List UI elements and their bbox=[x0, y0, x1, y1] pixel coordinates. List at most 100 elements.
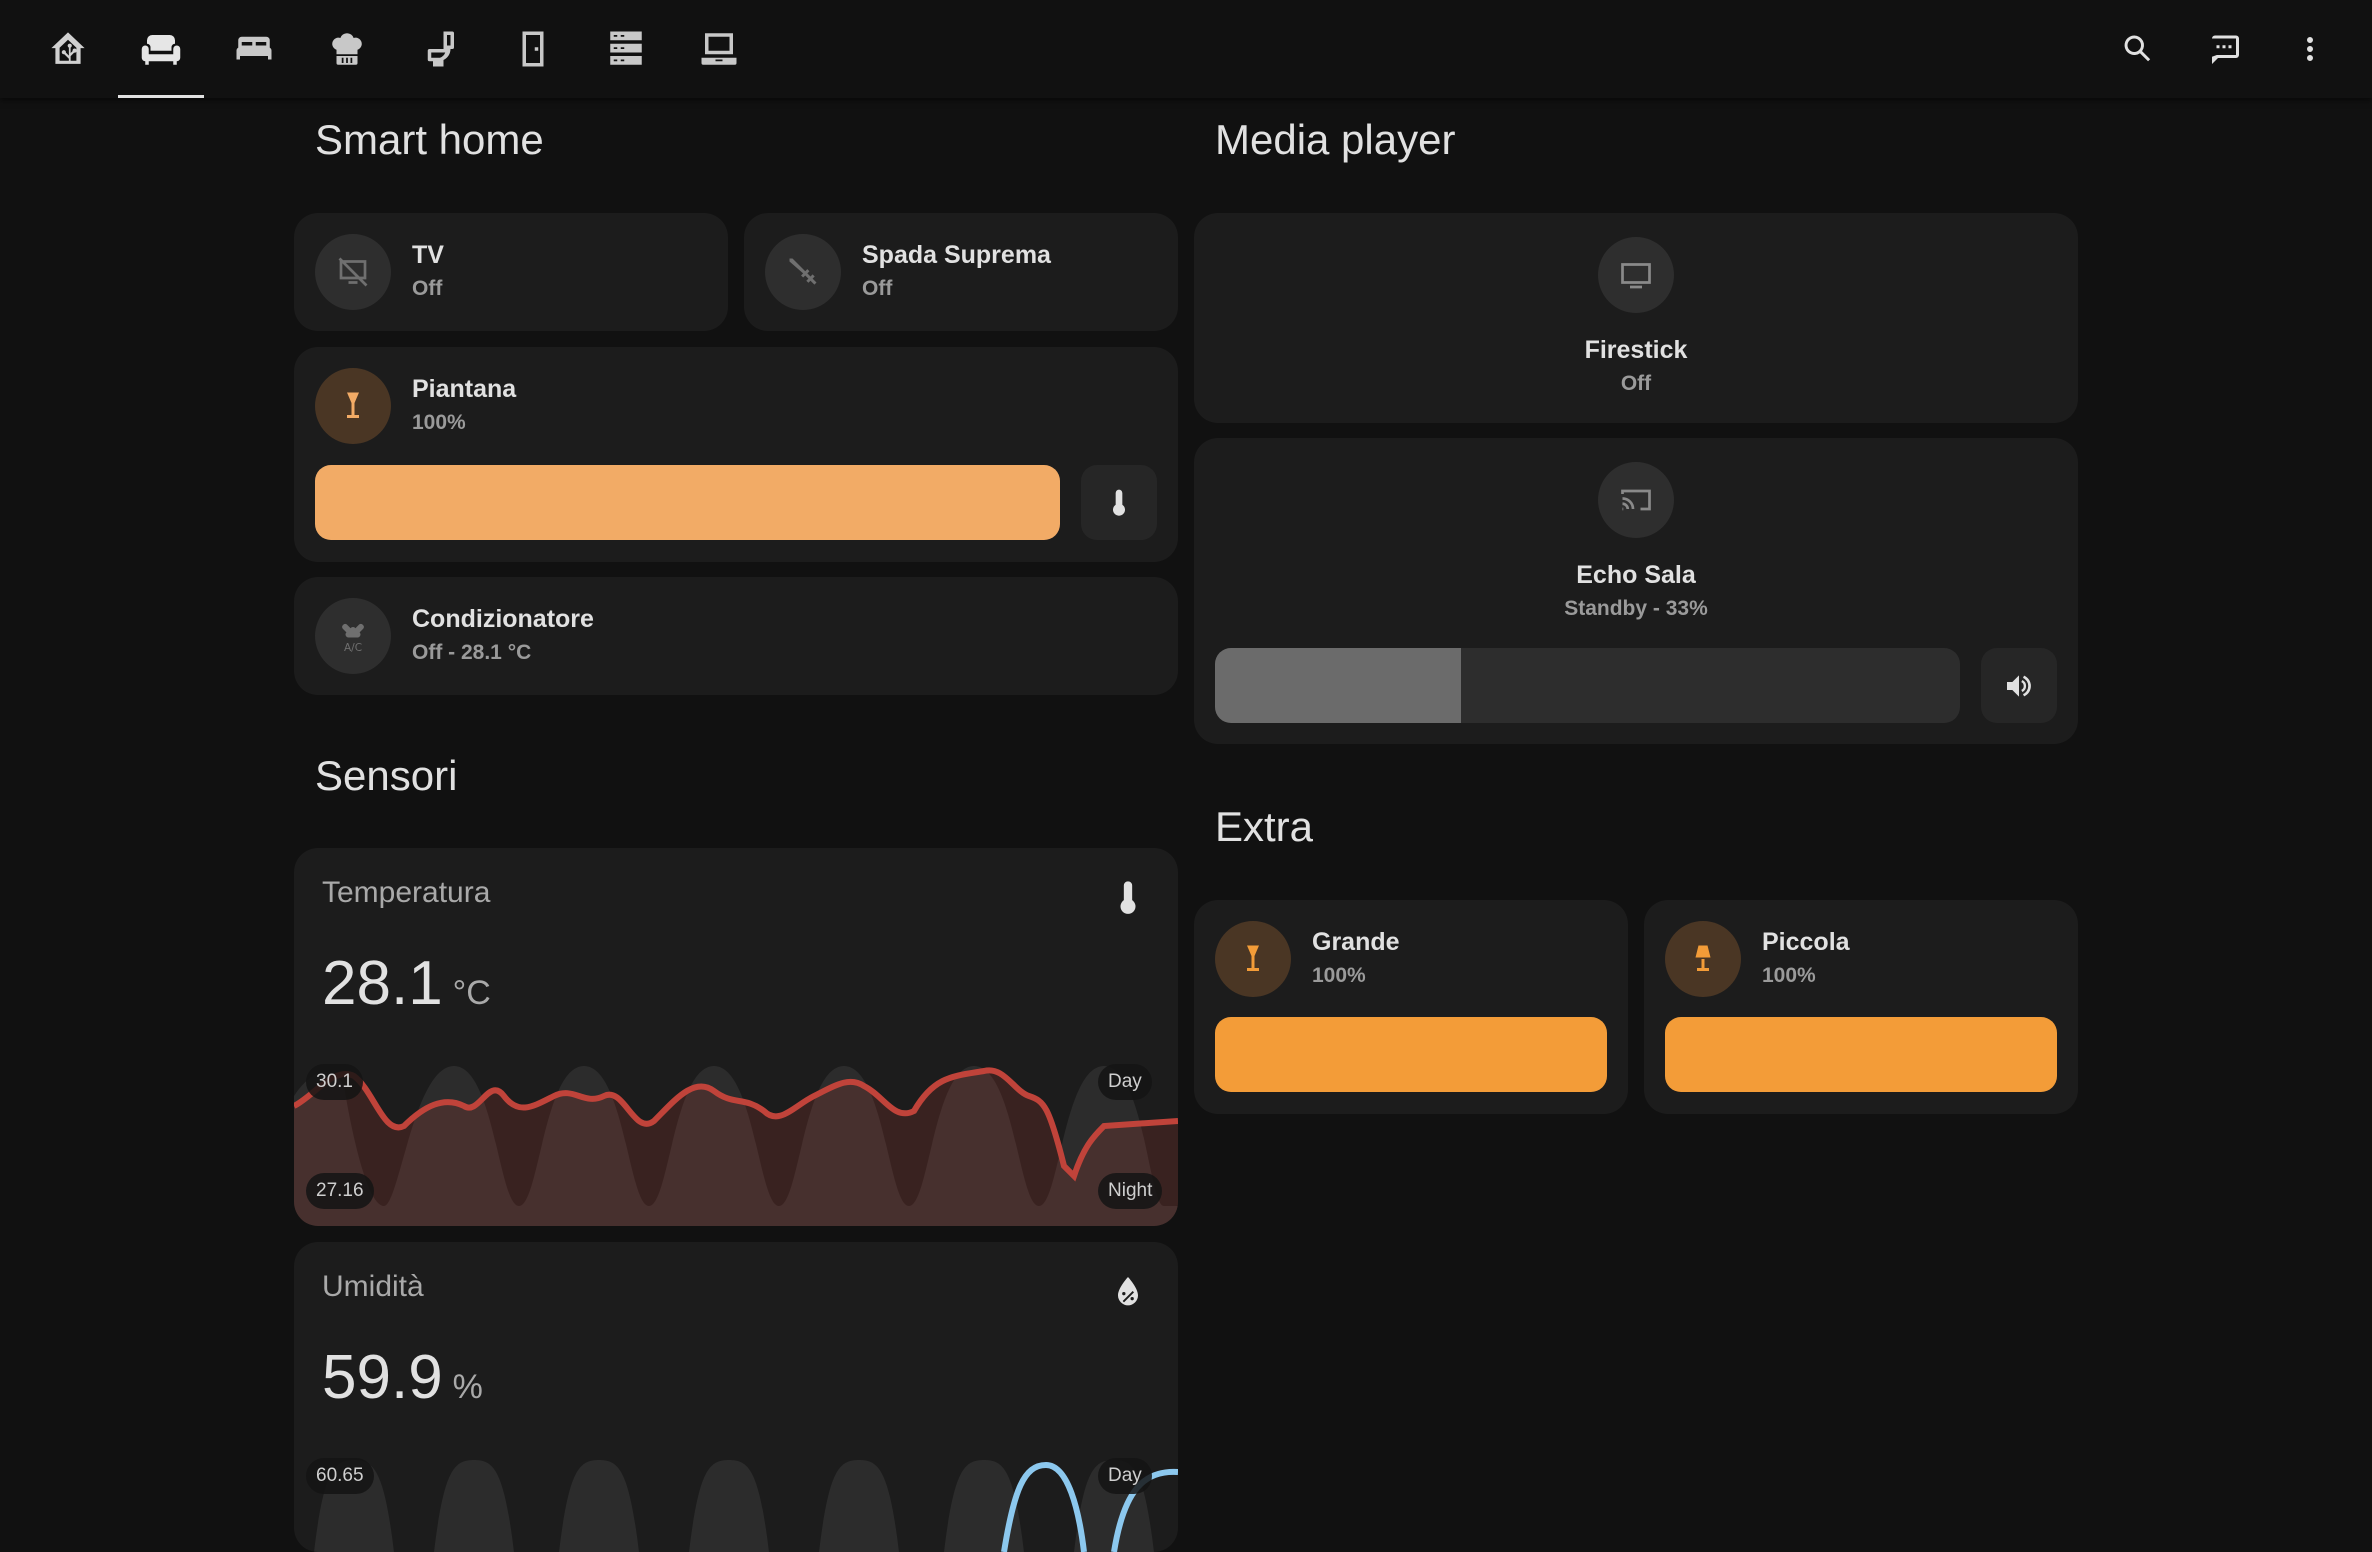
svg-text:A/C: A/C bbox=[344, 642, 362, 654]
firestick-icon-button[interactable] bbox=[1598, 237, 1674, 313]
television-icon bbox=[1621, 263, 1651, 289]
laptop-icon bbox=[701, 33, 737, 65]
bed-icon bbox=[236, 36, 272, 60]
echo-mute-button[interactable] bbox=[1981, 648, 2057, 723]
umidita-card[interactable]: Umidità 59.9% 60.65 Day bbox=[294, 1242, 1178, 1552]
piantana-icon-button[interactable] bbox=[315, 368, 391, 444]
piantana-brightness-slider[interactable] bbox=[315, 465, 1060, 540]
tv-name: TV bbox=[412, 241, 444, 269]
thermometer-icon bbox=[1113, 489, 1125, 516]
section-title-extra: Extra bbox=[1215, 803, 1314, 850]
tab-office[interactable] bbox=[676, 0, 762, 98]
umidita-value-row: 59.9% bbox=[322, 1342, 483, 1413]
grande-icon-button[interactable] bbox=[1215, 921, 1291, 997]
tab-bedroom[interactable] bbox=[211, 0, 297, 98]
volume-high-icon bbox=[2007, 674, 2031, 697]
tv-card[interactable]: TV Off bbox=[294, 213, 728, 331]
home-assistant-icon bbox=[51, 32, 85, 64]
sword-icon bbox=[789, 258, 817, 285]
door-icon bbox=[522, 31, 544, 67]
echo-volume-slider[interactable] bbox=[1215, 648, 1960, 723]
spada-state: Off bbox=[862, 277, 893, 300]
piccola-card: Piccola 100% bbox=[1644, 900, 2078, 1114]
toilet-icon bbox=[427, 31, 454, 67]
echo-sala-icon-button[interactable] bbox=[1598, 462, 1674, 538]
temperatura-graph bbox=[294, 1066, 1178, 1226]
umidita-title: Umidità bbox=[322, 1270, 424, 1303]
tv-icon-button[interactable] bbox=[315, 234, 391, 310]
piccola-brightness-fill bbox=[1665, 1017, 2057, 1092]
air-conditioner-icon: A/C bbox=[342, 624, 364, 654]
tv-off-icon bbox=[338, 257, 368, 287]
grande-brightness-fill bbox=[1215, 1017, 1607, 1092]
tab-living-room[interactable] bbox=[118, 0, 204, 98]
temperatura-night-label: Night bbox=[1098, 1173, 1163, 1209]
dots-vertical-icon bbox=[2307, 37, 2313, 61]
section-title-smart-home: Smart home bbox=[315, 116, 544, 163]
condizionatore-card[interactable]: A/C Condizionatore Off - 28.1 °C bbox=[294, 577, 1178, 695]
condizionatore-name: Condizionatore bbox=[412, 605, 594, 633]
grande-name: Grande bbox=[1312, 928, 1400, 956]
umidita-max-label: 60.65 bbox=[306, 1458, 374, 1494]
temperatura-title: Temperatura bbox=[322, 876, 491, 909]
tab-entrance[interactable] bbox=[490, 0, 576, 98]
assist-button[interactable] bbox=[2196, 21, 2252, 77]
echo-sala-name: Echo Sala bbox=[1576, 561, 1696, 589]
piccola-brightness-slider[interactable] bbox=[1665, 1017, 2057, 1092]
thermometer-icon bbox=[1120, 881, 1136, 914]
temperatura-unit: °C bbox=[452, 974, 491, 1012]
piantana-state: 100% bbox=[412, 411, 466, 434]
search-button[interactable] bbox=[2110, 21, 2166, 77]
piccola-state: 100% bbox=[1762, 964, 1816, 987]
grande-state: 100% bbox=[1312, 964, 1366, 987]
echo-volume-fill bbox=[1215, 648, 1461, 723]
temperatura-card[interactable]: Temperatura 28.1 °C 30.1 27.16 Day Night bbox=[294, 848, 1178, 1226]
server-icon bbox=[610, 31, 642, 65]
spada-suprema-card[interactable]: Spada Suprema Off bbox=[744, 213, 1178, 331]
temperatura-day-label: Day bbox=[1098, 1064, 1152, 1100]
condizionatore-icon-button[interactable]: A/C bbox=[315, 598, 391, 674]
tab-kitchen[interactable] bbox=[304, 0, 390, 98]
overflow-menu-button[interactable] bbox=[2282, 21, 2338, 77]
message-dots-icon bbox=[2212, 35, 2239, 64]
firestick-card[interactable]: Firestick Off bbox=[1194, 213, 2078, 423]
floor-lamp-icon bbox=[347, 392, 359, 418]
piccola-icon-button[interactable] bbox=[1665, 921, 1741, 997]
grande-brightness-slider[interactable] bbox=[1215, 1017, 1607, 1092]
echo-sala-card: Echo Sala Standby - 33% bbox=[1194, 438, 2078, 744]
tab-home[interactable] bbox=[25, 0, 111, 98]
firestick-state: Off bbox=[1620, 372, 1652, 395]
section-title-media-player: Media player bbox=[1215, 116, 1456, 163]
piantana-brightness-fill bbox=[315, 465, 1060, 540]
piccola-name: Piccola bbox=[1762, 928, 1850, 956]
top-bar bbox=[0, 0, 2372, 98]
condizionatore-state: Off - 28.1 °C bbox=[412, 641, 532, 664]
piantana-card: Piantana 100% bbox=[294, 347, 1178, 562]
piantana-name: Piantana bbox=[412, 375, 517, 403]
spada-name: Spada Suprema bbox=[862, 241, 1051, 269]
firestick-name: Firestick bbox=[1584, 336, 1688, 364]
umidita-unit: % bbox=[452, 1368, 483, 1406]
umidita-graph bbox=[314, 1460, 1178, 1552]
water-percent-icon bbox=[1118, 1277, 1138, 1306]
spada-icon-button[interactable] bbox=[765, 234, 841, 310]
tab-server[interactable] bbox=[583, 0, 669, 98]
temperatura-min-label: 27.16 bbox=[306, 1173, 374, 1209]
temperatura-value: 28.1 bbox=[322, 949, 443, 1018]
grande-card: Grande 100% bbox=[1194, 900, 1628, 1114]
cast-icon bbox=[1621, 489, 1651, 511]
search-icon bbox=[2124, 35, 2151, 62]
piantana-color-temp-button[interactable] bbox=[1081, 465, 1157, 540]
table-lamp-icon bbox=[1695, 945, 1711, 971]
sofa-icon bbox=[141, 35, 181, 65]
umidita-value: 59.9 bbox=[322, 1343, 443, 1412]
echo-sala-state: Standby - 33% bbox=[1564, 597, 1708, 620]
temperatura-max-label: 30.1 bbox=[306, 1064, 363, 1100]
tv-state: Off bbox=[412, 277, 443, 300]
chef-hat-icon bbox=[332, 33, 362, 65]
umidita-day-label: Day bbox=[1098, 1458, 1152, 1494]
floor-lamp-icon bbox=[1247, 945, 1259, 971]
tab-bathroom[interactable] bbox=[397, 0, 483, 98]
temperatura-value-row: 28.1 °C bbox=[322, 948, 491, 1019]
section-title-sensori: Sensori bbox=[315, 752, 458, 799]
